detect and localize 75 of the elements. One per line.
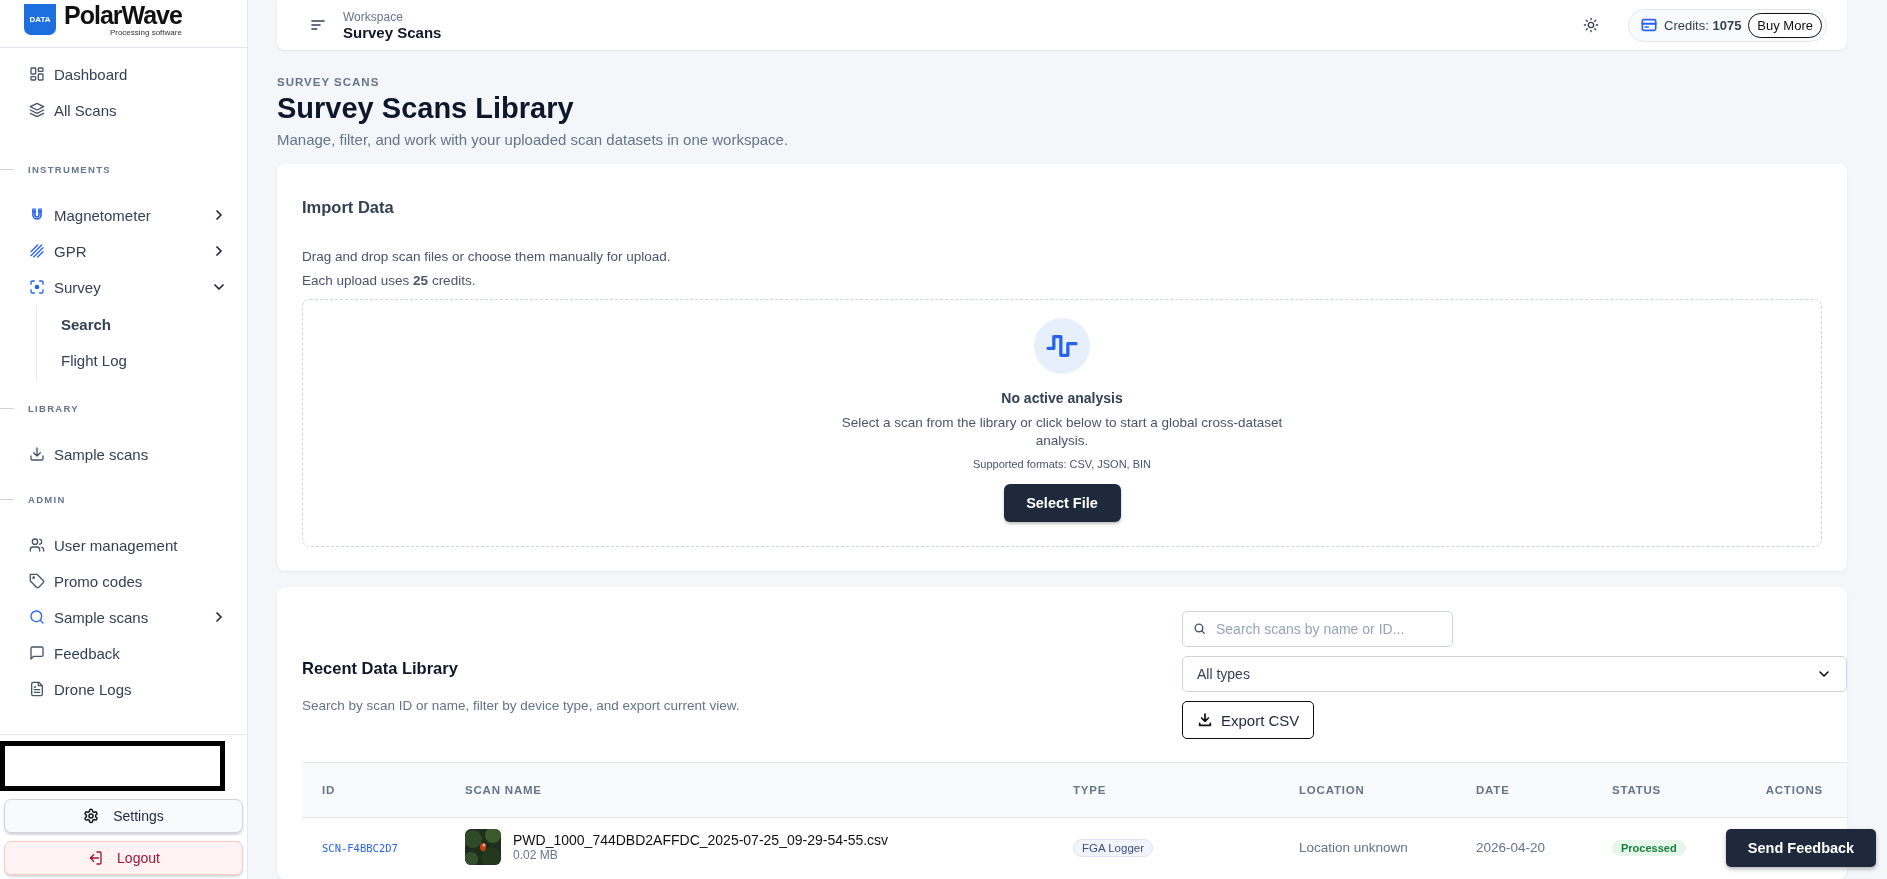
- page-title: Survey Scans Library: [277, 92, 575, 125]
- section-heading: ADMIN: [28, 494, 66, 505]
- magnet-icon: [29, 207, 45, 223]
- type-tag: FGA Logger: [1073, 838, 1153, 857]
- settings-icon: [83, 808, 100, 824]
- select-file-button[interactable]: Select File: [1003, 484, 1121, 522]
- menu-icon: [310, 17, 326, 33]
- workspace-title: Survey Scans: [343, 23, 443, 41]
- layers-icon: [29, 102, 45, 118]
- logout-button[interactable]: Logout: [4, 841, 243, 875]
- sidebar-item[interactable]: Survey: [0, 269, 247, 305]
- brand-tagline: Processing software: [109, 28, 182, 37]
- section-heading: INSTRUMENTS: [28, 164, 111, 175]
- supported-formats: Supported formats: CSV, JSON, BIN: [972, 458, 1152, 470]
- sidebar-subitem[interactable]: Search: [37, 307, 247, 343]
- column-header: DATE: [1475, 784, 1511, 796]
- breadcrumb-caption: Workspace: [343, 9, 404, 24]
- sun-icon: [1583, 17, 1600, 33]
- column-header: TYPE: [1072, 784, 1108, 796]
- card-title: Recent Data Library: [302, 659, 459, 678]
- logout-icon: [87, 850, 104, 866]
- credit-cost-note: Each upload uses 25 credits.: [302, 272, 477, 290]
- export-csv-button[interactable]: Export CSV: [1182, 701, 1315, 739]
- card-subtitle: Search by scan ID or name, filter by device type, and export current view.: [302, 698, 741, 713]
- table-cell-text: 2026-04-20: [1475, 839, 1547, 855]
- signal-pulse-icon: [1034, 318, 1090, 374]
- card-title: Import Data: [302, 198, 395, 217]
- sidebar-subitem[interactable]: Flight Log: [37, 343, 247, 379]
- sidebar-item[interactable]: Dashboard: [0, 56, 247, 92]
- column-header: LOCATION: [1298, 784, 1366, 796]
- credit-card-icon: [1641, 17, 1658, 33]
- empty-state-title: No active analysis: [1001, 390, 1123, 406]
- sidebar-item[interactable]: Magnetometer: [0, 197, 247, 233]
- buy-more-button[interactable]: Buy More: [1748, 12, 1822, 38]
- drop-zone[interactable]: No active analysis Select a scan from the library or click below to start a global cross-dataset analysis. Supported formats: CSV, JSON, BIN Select File: [302, 299, 1822, 547]
- column-header: ACTIONS: [1764, 784, 1824, 796]
- empty-state-text: Select a scan from the library or click below to start a global cross-dataset analysis.: [840, 414, 1284, 450]
- send-feedback-button[interactable]: Send Feedback: [1726, 829, 1876, 867]
- document-icon: [29, 681, 45, 697]
- settings-button[interactable]: Settings: [4, 799, 243, 833]
- download-icon: [29, 446, 45, 462]
- sidebar-item[interactable]: Promo codes: [0, 563, 247, 599]
- sidebar-item[interactable]: Feedback: [0, 635, 247, 671]
- focus-icon: [29, 279, 45, 295]
- users-icon: [29, 537, 45, 553]
- table-cell-text: Location unknown: [1298, 839, 1409, 855]
- sidebar-item[interactable]: GPR: [0, 233, 247, 269]
- sidebar-item[interactable]: All Scans: [0, 92, 247, 128]
- tag-icon: [29, 573, 45, 589]
- credits-count: Credits: 1075: [1664, 17, 1742, 33]
- grid-icon: [29, 66, 45, 82]
- type-filter-dropdown[interactable]: All types: [1182, 656, 1847, 692]
- search-icon: [29, 609, 45, 625]
- search-icon: [1193, 622, 1206, 635]
- column-header: STATUS: [1611, 784, 1663, 796]
- sidebar-item[interactable]: Drone Logs: [0, 671, 247, 707]
- status-badge: Processed: [1612, 840, 1686, 856]
- download-icon: [1197, 712, 1213, 728]
- scan-id-link[interactable]: SCN-F4BBC2D7: [322, 841, 398, 854]
- file-name: PWD_1000_744DBD2AFFDC_2025-07-25_09-29-54-55.csv: [513, 832, 889, 848]
- logo-badge: DATA: [24, 4, 56, 35]
- file-size: 0.02 MB: [513, 848, 559, 862]
- column-header: SCAN NAME: [464, 784, 543, 796]
- page-subtitle: Manage, filter, and work with your uploaded scan datasets in one workspace.: [277, 131, 790, 148]
- page-eyebrow: SURVEY SCANS: [277, 76, 381, 88]
- sidebar-item[interactable]: Sample scans: [0, 599, 247, 635]
- brand-name: PolarWave: [64, 2, 182, 28]
- import-instructions: Drag and drop scan files or choose them manually for upload.: [302, 248, 672, 266]
- stripes-icon: [29, 243, 45, 259]
- column-header: ID: [321, 784, 337, 796]
- sidebar-item[interactable]: Sample scans: [0, 436, 247, 472]
- search-field[interactable]: Search scans by name or ID...: [1182, 611, 1453, 647]
- section-heading: LIBRARY: [28, 403, 79, 414]
- sidebar-item[interactable]: User management: [0, 527, 247, 563]
- chat-icon: [29, 645, 45, 661]
